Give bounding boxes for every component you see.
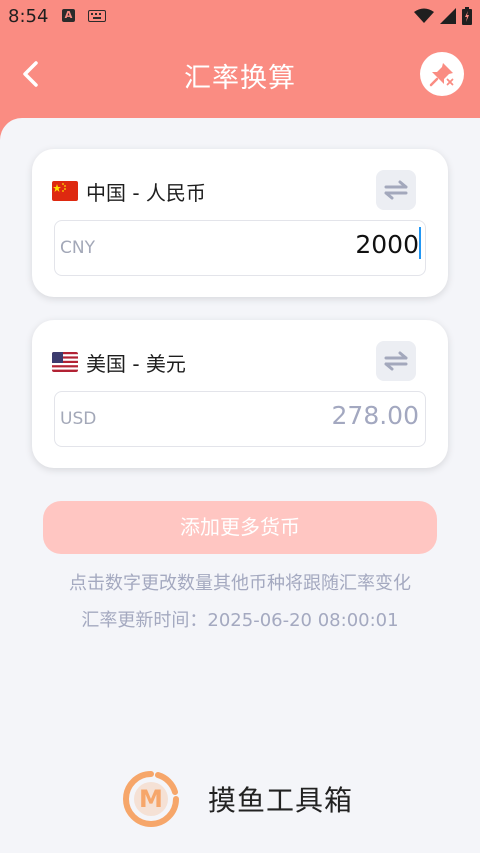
brand: M 摸鱼工具箱 xyxy=(122,770,353,828)
amount-input-usd[interactable]: USD 278.00 xyxy=(54,391,426,447)
battery-icon xyxy=(462,7,472,25)
status-time: 8:54 xyxy=(8,6,49,27)
keyboard-icon xyxy=(88,10,106,22)
amount-value[interactable]: 2000 xyxy=(355,230,419,259)
brand-logo-icon: M xyxy=(123,771,179,827)
brand-logo-letter: M xyxy=(139,785,163,813)
pin-off-icon xyxy=(429,63,455,87)
us-flag-icon xyxy=(52,352,78,372)
signal-icon xyxy=(440,8,456,24)
app-header: 汇率换算 xyxy=(0,32,480,118)
brand-name: 摸鱼工具箱 xyxy=(208,784,354,817)
currency-header: 中国 - 人民币 xyxy=(52,177,206,205)
currency-header: 美国 - 美元 xyxy=(52,348,186,376)
update-time: 汇率更新时间：2025-06-20 08:00:01 xyxy=(81,610,399,631)
amount-value[interactable]: 278.00 xyxy=(332,401,419,430)
pin-off-button[interactable] xyxy=(420,52,464,96)
swap-currency-button[interactable] xyxy=(376,341,416,381)
currency-card-cny: 中国 - 人民币 CNY 2000 xyxy=(32,149,448,297)
amount-input-cny[interactable]: CNY 2000 xyxy=(54,220,426,276)
swap-currency-button[interactable] xyxy=(376,170,416,210)
page-title: 汇率换算 xyxy=(184,63,296,94)
cn-flag-icon xyxy=(52,181,78,201)
wifi-icon xyxy=(414,8,434,23)
currency-name: 中国 - 人民币 xyxy=(86,180,206,205)
status-bar: 8:54 A xyxy=(0,0,480,32)
swap-arrows-icon xyxy=(384,180,408,200)
add-currency-button[interactable]: 添加更多货币 xyxy=(43,501,437,554)
hint-text: 点击数字更改数量其他币种将跟随汇率变化 xyxy=(69,573,411,594)
currency-card-usd: 美国 - 美元 USD 278.00 xyxy=(32,320,448,468)
swap-arrows-icon xyxy=(384,351,408,371)
text-caret xyxy=(419,227,421,259)
currency-code: CNY xyxy=(60,238,95,258)
a-badge-icon: A xyxy=(62,9,75,22)
currency-name: 美国 - 美元 xyxy=(86,351,186,376)
currency-code: USD xyxy=(60,409,97,429)
main-content: 中国 - 人民币 CNY 2000 美国 - 美元 USD 278.00 添加更… xyxy=(0,118,480,853)
